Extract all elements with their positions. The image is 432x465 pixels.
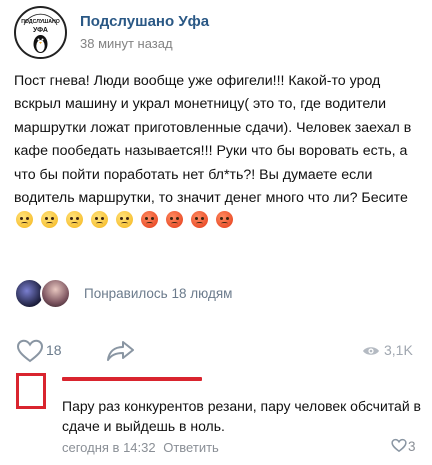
angry-face-icon bbox=[115, 211, 133, 229]
eye-icon bbox=[362, 344, 380, 362]
post-actions: 18 3,1K bbox=[0, 335, 432, 365]
angry-face-icon bbox=[16, 211, 33, 229]
angry-face-icon bbox=[90, 211, 108, 229]
redacted-avatar bbox=[16, 373, 46, 409]
svg-text:ПОДСЛУШАНО: ПОДСЛУШАНО bbox=[21, 19, 60, 25]
angry-face-icon bbox=[40, 211, 58, 229]
post-time[interactable]: 38 минут назад bbox=[80, 36, 173, 51]
comment-date[interactable]: сегодня в 14:32 bbox=[62, 440, 156, 455]
pouting-face-icon bbox=[190, 211, 208, 229]
comment-heart-icon[interactable] bbox=[391, 438, 407, 458]
pouting-face-icon bbox=[140, 211, 158, 229]
post-body: Пост гнева! Люди вообще уже офигели!!! К… bbox=[14, 70, 424, 234]
share-icon[interactable] bbox=[106, 340, 136, 367]
comment-meta: сегодня в 14:32 Ответить bbox=[62, 440, 219, 455]
pouting-face-icon bbox=[165, 211, 183, 229]
likes-text[interactable]: Понравилось 18 людям bbox=[84, 286, 232, 301]
comment: Пару раз конкурентов резани, пару челове… bbox=[0, 368, 432, 465]
post-text: Пост гнева! Люди вообще уже офигели!!! К… bbox=[14, 73, 412, 207]
heart-icon[interactable] bbox=[16, 339, 44, 368]
group-avatar[interactable]: ПОДСЛУШАНО УФА bbox=[14, 6, 67, 59]
redacted-author-name bbox=[62, 377, 202, 381]
angry-face-icon bbox=[65, 211, 83, 229]
likes-summary[interactable]: Понравилось 18 людям bbox=[14, 278, 314, 310]
emoji-row bbox=[14, 211, 235, 229]
comment-like-count[interactable]: 3 bbox=[408, 439, 416, 454]
group-name[interactable]: Подслушано Уфа bbox=[80, 13, 209, 30]
comment-text: Пару раз конкурентов резани, пару челове… bbox=[62, 398, 421, 434]
svg-text:УФА: УФА bbox=[33, 27, 48, 34]
views-count: 3,1K bbox=[384, 342, 413, 358]
post-header: ПОДСЛУШАНО УФА Подслушано Уфа 38 минут н… bbox=[0, 0, 432, 60]
pouting-face-icon bbox=[215, 211, 233, 229]
liker-avatar[interactable] bbox=[40, 278, 71, 309]
like-count[interactable]: 18 bbox=[46, 342, 62, 358]
reply-button[interactable]: Ответить bbox=[163, 440, 219, 455]
